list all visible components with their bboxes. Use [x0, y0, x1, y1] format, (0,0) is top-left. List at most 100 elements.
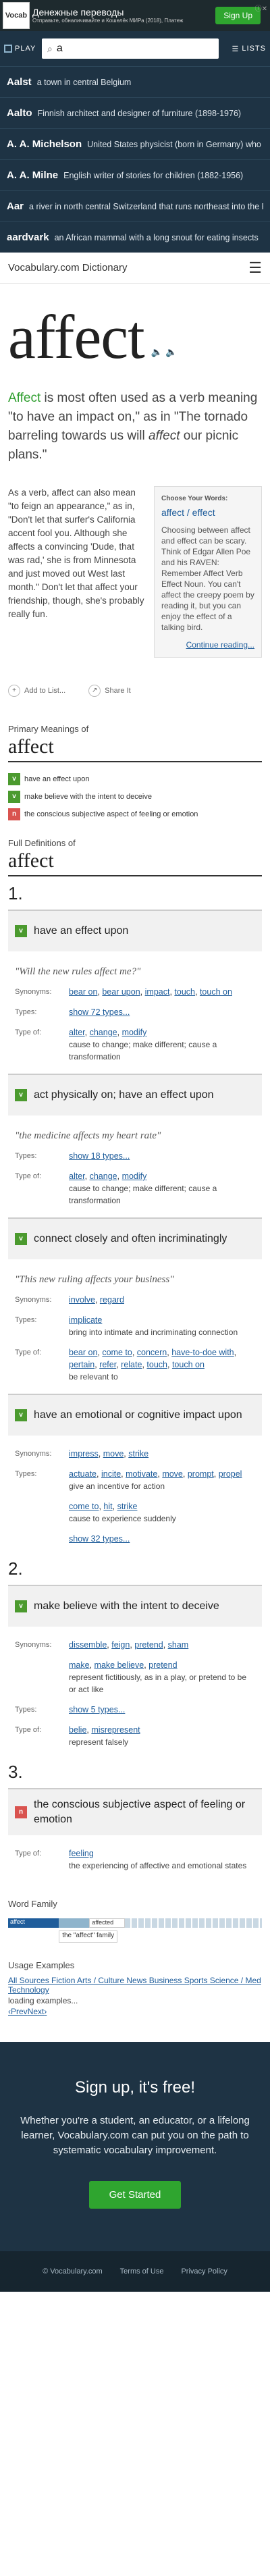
add-to-list-button[interactable]: + Add to List...	[8, 685, 65, 697]
synonym-link[interactable]: make	[69, 1660, 90, 1670]
autocomplete-item[interactable]: Aalto Finnish architect and designer of f…	[0, 97, 270, 128]
type-of-link[interactable]: change	[90, 1172, 117, 1181]
type-of-link[interactable]: change	[90, 1028, 117, 1037]
synonym-link[interactable]: impress	[69, 1449, 99, 1458]
type-of-link[interactable]: alter	[69, 1028, 85, 1037]
word-family-bar[interactable]: affect affected	[8, 1918, 262, 1928]
usage-categories[interactable]: All Sources Fiction Arts / Culture News …	[8, 1976, 262, 1995]
signup-text: Whether you're a student, an educator, o…	[20, 2115, 250, 2156]
ad-close-icon[interactable]: ⓘ✕	[255, 3, 267, 13]
type-of-link[interactable]: refer	[99, 1360, 116, 1369]
primary-meanings: Primary Meanings of affect v have an effe…	[0, 724, 270, 823]
search-input[interactable]: ⌕ a	[42, 38, 219, 59]
type-of-link[interactable]: relate	[121, 1360, 142, 1369]
synonym-link[interactable]: touch on	[200, 987, 232, 997]
ad-signup-button[interactable]: Sign Up	[215, 7, 261, 24]
primary-item[interactable]: v make believe with the intent to deceive	[8, 788, 262, 806]
pos-badge-verb: v	[8, 791, 20, 803]
prev-link[interactable]: ‹Prev	[8, 2007, 28, 2016]
word-family-tag: the "affect" family	[59, 1930, 118, 1943]
types-link[interactable]: motivate	[126, 1469, 157, 1479]
sense-header[interactable]: v connect closely and often incriminating…	[8, 1217, 262, 1259]
synonym-link[interactable]: strike	[128, 1449, 148, 1458]
type-of-link[interactable]: misrepresent	[91, 1725, 140, 1735]
autocomplete-item[interactable]: A. A. Milne English writer of stories for…	[0, 159, 270, 190]
synonym-link[interactable]: pretend	[148, 1660, 177, 1670]
play-button[interactable]: PLAY	[4, 45, 42, 53]
sense-header[interactable]: n the conscious subjective aspect of feel…	[8, 1788, 262, 1835]
types-link[interactable]: strike	[117, 1502, 138, 1511]
types-link[interactable]: move	[162, 1469, 183, 1479]
type-of-link[interactable]: pertain	[69, 1360, 94, 1369]
autocomplete-item[interactable]: aardvark an African mammal with a long sn…	[0, 221, 270, 253]
sense-header[interactable]: v act physically on; have an effect upon	[8, 1074, 262, 1115]
synonym-link[interactable]: move	[103, 1449, 124, 1458]
type-of-link[interactable]: touch on	[172, 1360, 205, 1369]
ac-def: a river in north central Switzerland tha…	[29, 201, 263, 211]
synonyms-row: Synonyms: impress, move, strike	[15, 1449, 149, 1458]
continue-reading-link[interactable]: Continue reading...	[161, 639, 254, 650]
types-link[interactable]: propel	[219, 1469, 242, 1479]
type-of-link[interactable]: feeling	[69, 1849, 94, 1858]
types-label: Types:	[15, 1152, 37, 1160]
types-link[interactable]: actuate	[69, 1469, 97, 1479]
synonym-link[interactable]: touch	[174, 987, 195, 997]
synonym-link[interactable]: feign	[111, 1640, 130, 1650]
show-types-link[interactable]: show 5 types...	[69, 1705, 125, 1714]
autocomplete-item[interactable]: Aar a river in north central Switzerland …	[0, 190, 270, 221]
synonym-link[interactable]: regard	[100, 1295, 124, 1305]
type-of-label: Type of:	[15, 1172, 42, 1180]
types-link[interactable]: prompt	[188, 1469, 214, 1479]
choose-title[interactable]: affect / effect	[161, 507, 254, 518]
menu-icon[interactable]: ☰	[248, 259, 262, 277]
usage-category-links[interactable]: All Sources Fiction Arts / Culture News …	[8, 1976, 261, 1995]
ad-banner[interactable]: Vocab Денежные переводы Отправьте, обнал…	[0, 0, 270, 31]
autocomplete-item[interactable]: A. A. Michelson United States physicist (…	[0, 128, 270, 159]
sense-header[interactable]: v have an effect upon	[8, 910, 262, 951]
type-of-link[interactable]: have-to-doe with	[171, 1348, 234, 1357]
type-of-link[interactable]: concern	[137, 1348, 167, 1357]
types-link[interactable]: implicate	[69, 1315, 102, 1325]
full-definitions: Full Definitions of affect 1. v have an e…	[0, 838, 270, 1872]
dictionary-title[interactable]: Vocabulary.com Dictionary	[8, 262, 127, 273]
type-of-link[interactable]: alter	[69, 1172, 85, 1181]
synonym-link[interactable]: sham	[168, 1640, 189, 1650]
types-link[interactable]: incite	[101, 1469, 121, 1479]
ad-text[interactable]: Денежные переводы Отправьте, обналичивай…	[32, 7, 215, 24]
type-of-link[interactable]: belie	[69, 1725, 86, 1735]
next-link[interactable]: Next›	[28, 2007, 47, 2016]
show-types-link[interactable]: show 32 types...	[69, 1534, 130, 1544]
privacy-link[interactable]: Privacy Policy	[181, 2267, 227, 2276]
type-of-gloss: the experiencing of affective and emotio…	[69, 1861, 247, 1870]
types-link[interactable]: come to	[69, 1502, 99, 1511]
primary-item[interactable]: n the conscious subjective aspect of feel…	[8, 806, 262, 823]
type-of-link[interactable]: modify	[122, 1172, 147, 1181]
pos-badge-noun: n	[8, 808, 20, 820]
synonym-link[interactable]: impact	[145, 987, 170, 997]
autocomplete-item[interactable]: Aalst a town in central Belgium	[0, 66, 270, 97]
audio-icons[interactable]: 🔈 🔈	[151, 346, 178, 358]
type-of-link[interactable]: come to	[102, 1348, 132, 1357]
types-row: come to, hit, strike cause to experience …	[69, 1502, 176, 1523]
primary-item[interactable]: v have an effect upon	[8, 770, 262, 788]
type-of-gloss: cause to change; make different; cause a…	[69, 1040, 217, 1061]
sense-example: "the medicine affects my heart rate"	[15, 1130, 161, 1141]
synonym-link[interactable]: bear on	[69, 987, 97, 997]
types-link[interactable]: hit	[103, 1502, 112, 1511]
type-of-link[interactable]: bear on	[69, 1348, 97, 1357]
synonym-link[interactable]: involve	[69, 1295, 95, 1305]
show-types-link[interactable]: show 18 types...	[69, 1151, 130, 1161]
type-of-link[interactable]: touch	[146, 1360, 167, 1369]
sense-header[interactable]: v have an emotional or cognitive impact u…	[8, 1394, 262, 1436]
type-of-link[interactable]: modify	[122, 1028, 147, 1037]
show-types-link[interactable]: show 72 types...	[69, 1007, 130, 1017]
lists-button[interactable]: ☰ LISTS	[219, 45, 266, 53]
synonym-link[interactable]: bear upon	[102, 987, 140, 997]
share-button[interactable]: ↗ Share It	[88, 685, 131, 697]
sense-header[interactable]: v make believe with the intent to deceive	[8, 1585, 262, 1627]
synonym-link[interactable]: pretend	[134, 1640, 163, 1650]
synonym-link[interactable]: dissemble	[69, 1640, 107, 1650]
get-started-button[interactable]: Get Started	[88, 2181, 182, 2209]
terms-link[interactable]: Terms of Use	[120, 2267, 164, 2276]
synonym-link[interactable]: make believe	[94, 1660, 144, 1670]
